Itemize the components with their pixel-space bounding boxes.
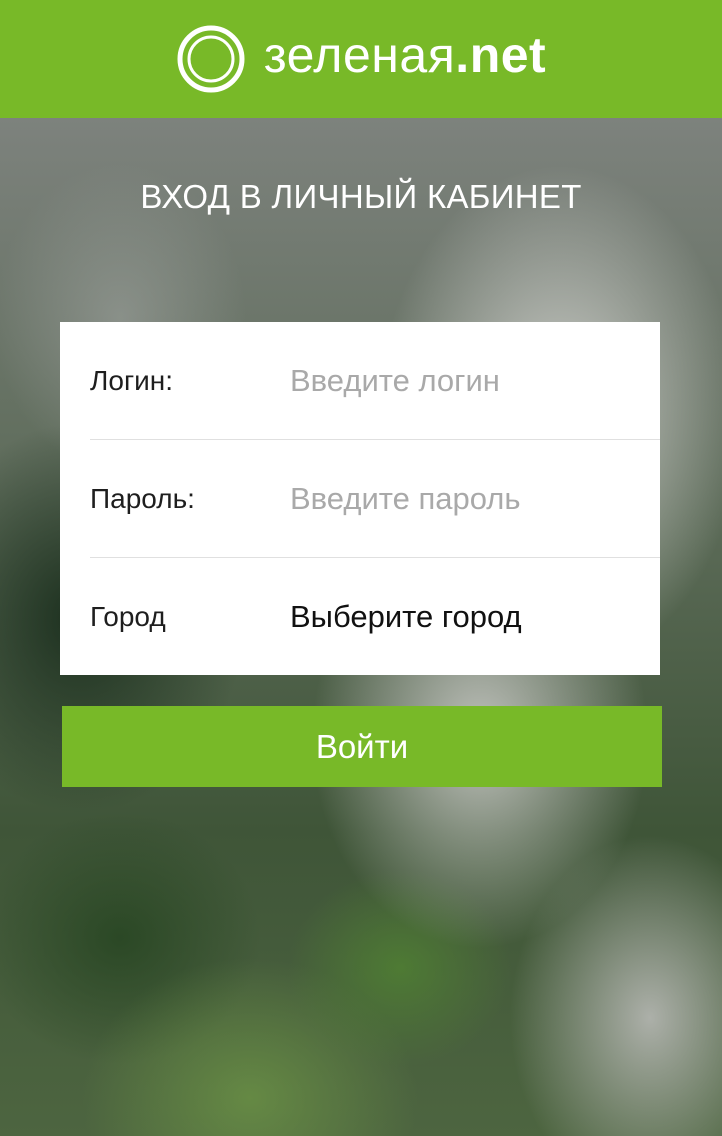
page-title: ВХОД В ЛИЧНЫЙ КАБИНЕТ	[140, 178, 582, 215]
brand-name-suffix: .net	[455, 27, 547, 83]
password-input[interactable]	[290, 480, 630, 517]
brand-logo[interactable]: зеленая.net	[176, 24, 546, 94]
login-submit-button[interactable]: Войти	[62, 706, 662, 787]
city-row: Город Выберите город	[90, 558, 660, 675]
app-header: зеленая.net	[0, 0, 722, 118]
circle-ring-icon	[177, 25, 245, 93]
login-input[interactable]	[290, 362, 630, 399]
brand-name: зеленая.net	[264, 30, 546, 80]
password-row: Пароль:	[90, 440, 660, 558]
city-label: Город	[90, 600, 166, 632]
login-label: Логин:	[90, 364, 174, 396]
brand-name-main: зеленая	[263, 27, 456, 83]
login-form: Логин: Пароль: Город Выберите город	[60, 322, 660, 675]
city-select[interactable]: Выберите город	[290, 599, 522, 635]
password-label: Пароль:	[90, 482, 195, 514]
login-row: Логин:	[90, 322, 660, 440]
